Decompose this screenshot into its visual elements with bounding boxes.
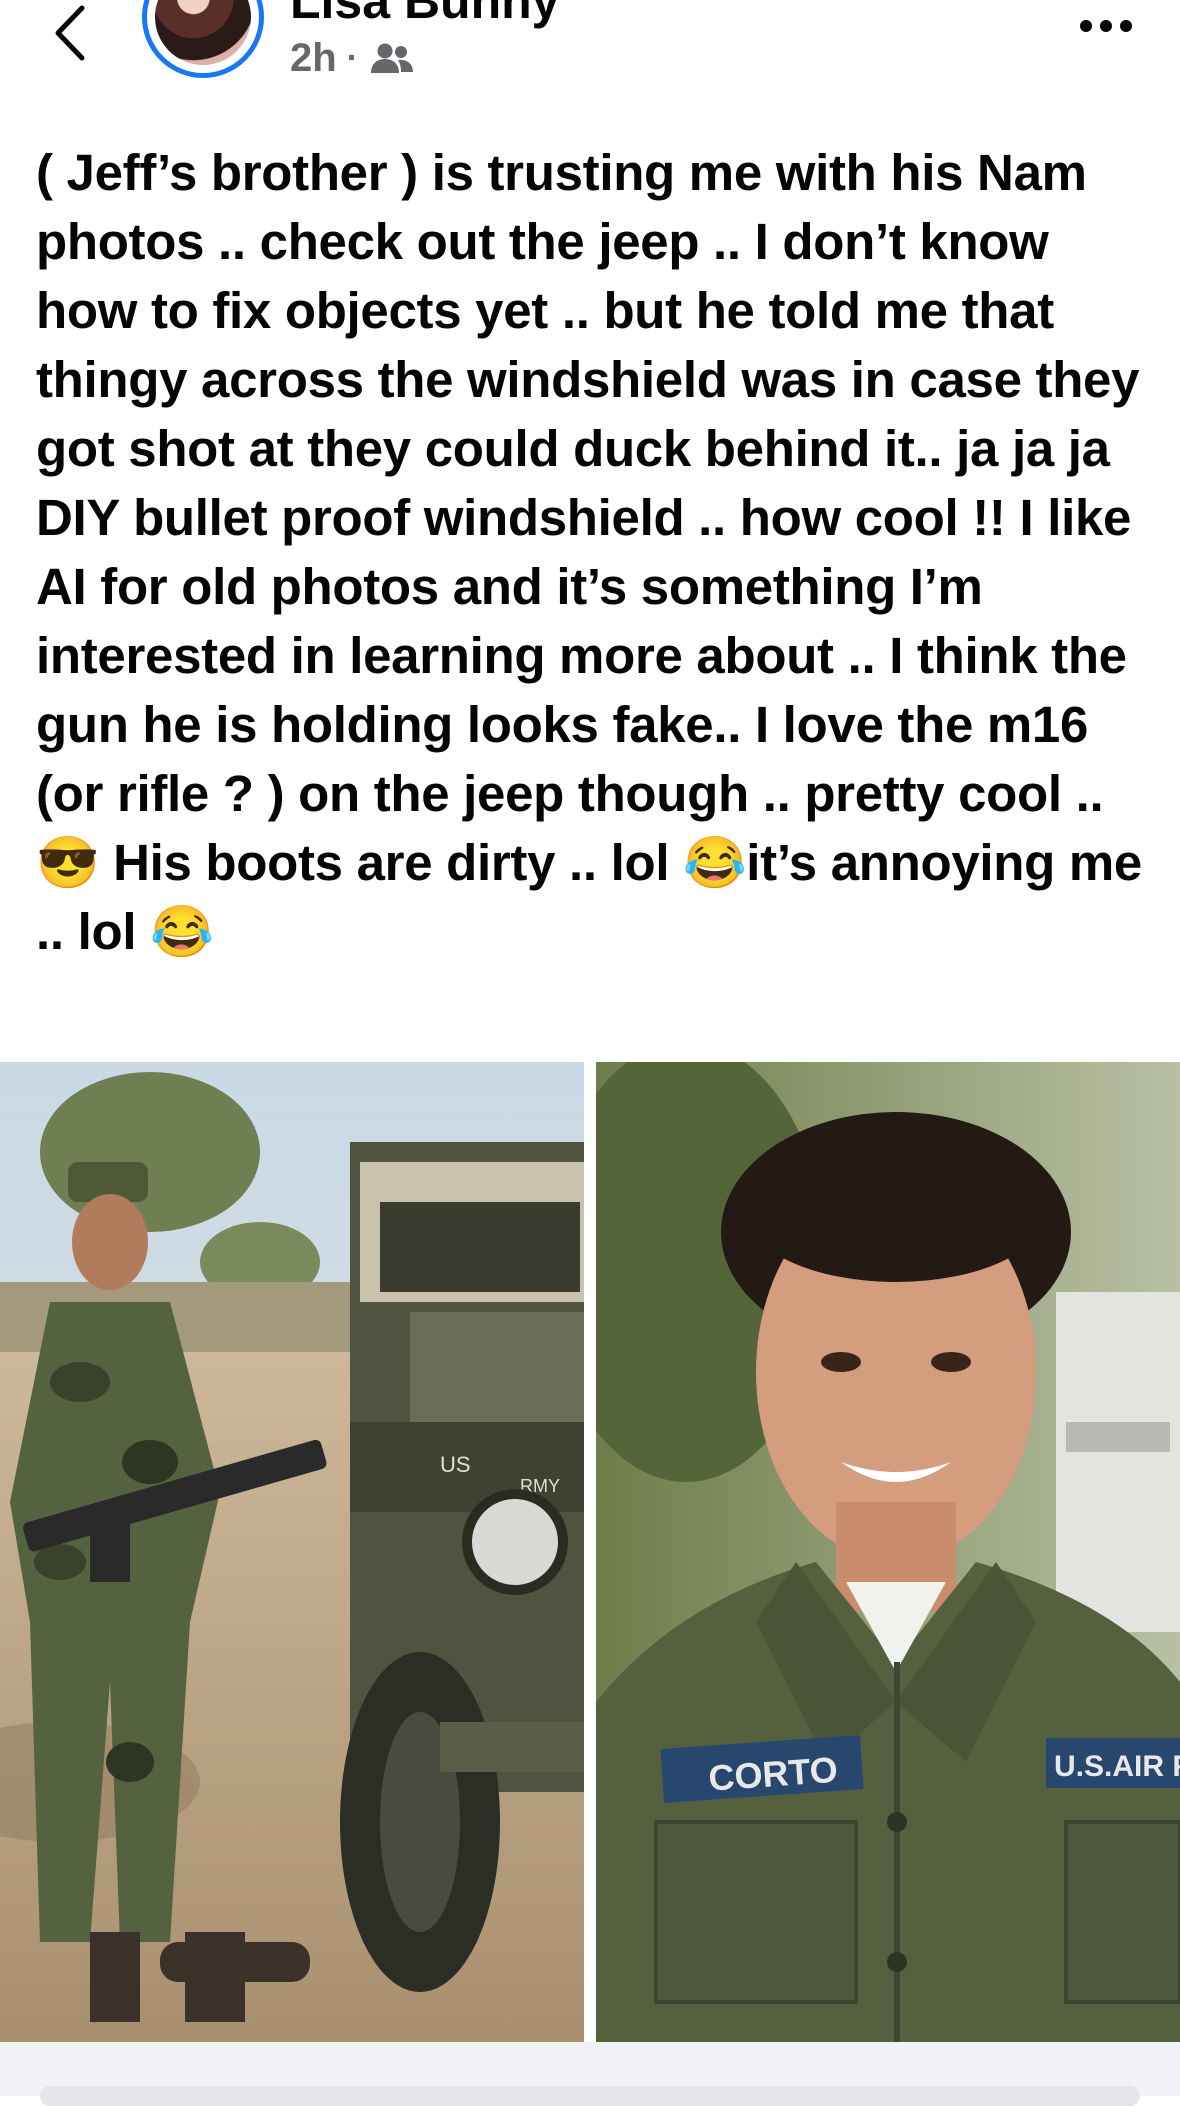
post-photo-portrait[interactable]: CORTO U.S.AIR F bbox=[596, 1062, 1180, 2042]
author-avatar[interactable] bbox=[142, 0, 264, 78]
jeep-marking: US bbox=[440, 1452, 471, 1477]
meta-separator: · bbox=[346, 39, 359, 77]
jeep-soldier-image: US RMY bbox=[0, 1062, 584, 2042]
more-options-button[interactable] bbox=[1076, 6, 1136, 46]
friends-icon[interactable] bbox=[368, 41, 416, 77]
author-name[interactable]: Lisa Bunny bbox=[290, 0, 559, 30]
post-text: ( Jeff’s brother ) is trusting me with h… bbox=[36, 144, 1142, 960]
chevron-left-icon bbox=[55, 5, 85, 61]
post-meta: 2h · bbox=[290, 36, 416, 81]
comment-bar-edge bbox=[40, 2086, 1140, 2106]
post-time[interactable]: 2h bbox=[290, 36, 337, 81]
post-footer bbox=[0, 2042, 1180, 2106]
more-dots-icon bbox=[1080, 20, 1132, 32]
service-tape: U.S.AIR F bbox=[1054, 1750, 1180, 1783]
back-button[interactable] bbox=[38, 0, 108, 68]
post-photo-jeep[interactable]: US RMY bbox=[0, 1062, 584, 2042]
portrait-image: CORTO U.S.AIR F bbox=[596, 1062, 1180, 2042]
post-header: Lisa Bunny 2h · bbox=[0, 0, 1180, 110]
avatar bbox=[155, 0, 251, 65]
